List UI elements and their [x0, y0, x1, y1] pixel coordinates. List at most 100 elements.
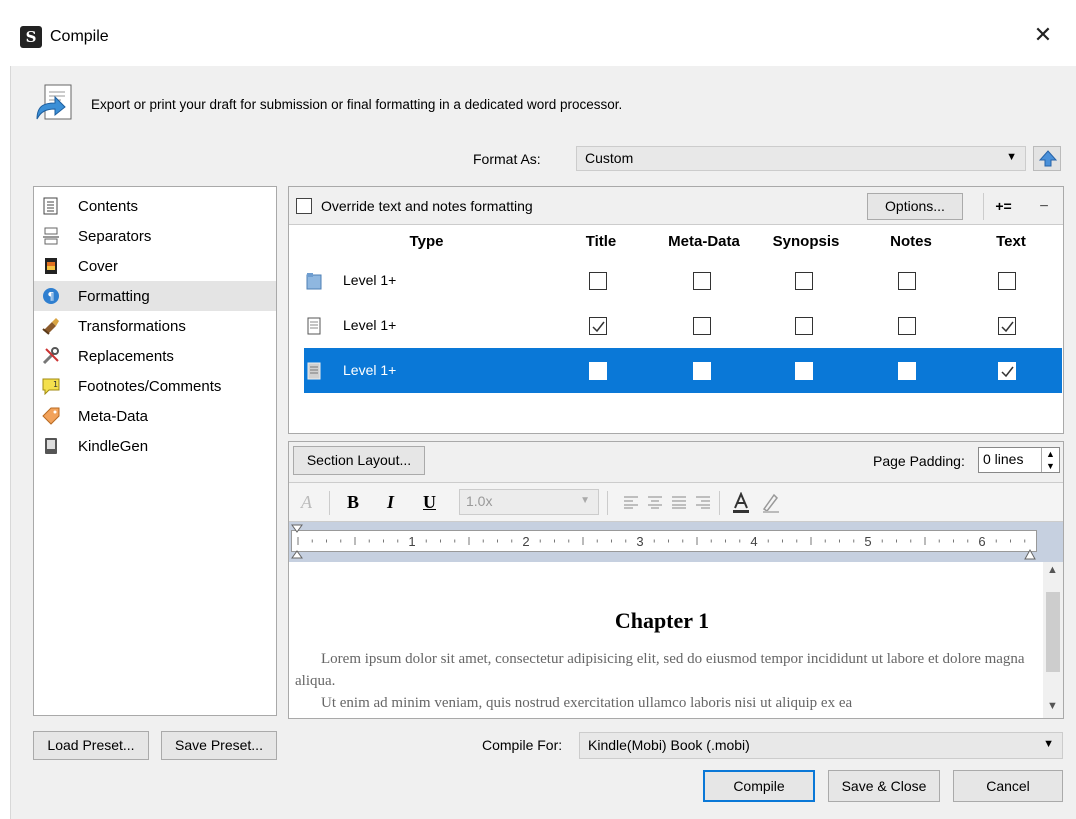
scroll-up-icon[interactable]: ▲: [1047, 564, 1058, 576]
sidebar-item-cover[interactable]: Cover: [34, 251, 276, 281]
underline-button[interactable]: U: [423, 492, 436, 513]
override-formatting-checkbox[interactable]: [296, 198, 312, 214]
line-spacing-select[interactable]: 1.0x ▼: [459, 489, 599, 515]
left-indent-marker-icon[interactable]: [291, 524, 303, 560]
section-layout-button[interactable]: Section Layout...: [293, 446, 425, 475]
notes-checkbox[interactable]: [898, 272, 916, 290]
title-checkbox[interactable]: [589, 272, 607, 290]
scroll-down-icon[interactable]: ▼: [1047, 700, 1058, 712]
compile-for-select[interactable]: Kindle(Mobi) Book (.mobi) ▼: [579, 732, 1063, 759]
dialog-description: Export or print your draft for submissio…: [91, 97, 623, 112]
toolbar-divider: [329, 491, 330, 515]
title-checkbox[interactable]: [589, 362, 607, 380]
checkmark-icon: [1001, 366, 1014, 378]
override-formatting-label: Override text and notes formatting: [321, 198, 533, 214]
synopsis-checkbox[interactable]: [795, 362, 813, 380]
sidebar-item-formatting[interactable]: ¶ Formatting: [34, 281, 276, 311]
save-preset-button[interactable]: Save Preset...: [161, 731, 277, 760]
title-bar: S Compile ✕: [0, 0, 1076, 66]
italic-button[interactable]: I: [387, 492, 394, 513]
compile-for-value: Kindle(Mobi) Book (.mobi): [588, 737, 750, 753]
sidebar-item-label: Separators: [78, 227, 152, 245]
ruler-track: 1 2 3 4 5 6: [291, 530, 1037, 552]
ruler[interactable]: 1 2 3 4 5 6: [289, 522, 1063, 562]
align-left-icon[interactable]: [623, 494, 639, 510]
bold-button[interactable]: B: [347, 492, 359, 513]
cancel-button[interactable]: Cancel: [953, 770, 1063, 802]
tag-icon: [42, 407, 60, 425]
chevron-down-icon: ▼: [1006, 151, 1017, 163]
column-header-title[interactable]: Title: [551, 233, 651, 250]
brush-icon: [42, 318, 59, 335]
column-header-meta-data[interactable]: Meta-Data: [655, 233, 753, 250]
synopsis-checkbox[interactable]: [795, 317, 813, 335]
page-padding-stepper[interactable]: 0 lines ▲ ▼: [978, 447, 1060, 473]
chevron-down-icon: ▼: [1043, 738, 1054, 750]
meta-data-checkbox[interactable]: [693, 272, 711, 290]
format-as-select[interactable]: Custom ▼: [576, 146, 1026, 171]
sidebar-item-label: Replacements: [78, 347, 174, 365]
column-header-synopsis[interactable]: Synopsis: [755, 233, 857, 250]
font-style-icon[interactable]: A: [301, 492, 312, 513]
right-indent-marker-icon[interactable]: [1024, 548, 1036, 560]
compile-button[interactable]: Compile: [703, 770, 815, 802]
ruler-number: 5: [864, 534, 871, 549]
scrollbar-thumb[interactable]: [1046, 592, 1060, 672]
column-header-type[interactable]: Type: [304, 233, 549, 250]
text-checkbox[interactable]: [998, 362, 1016, 380]
highlight-icon[interactable]: [761, 492, 781, 514]
arrow-up-icon: [1039, 150, 1057, 167]
load-preset-button[interactable]: Load Preset...: [33, 731, 149, 760]
align-justify-icon[interactable]: [671, 494, 687, 510]
export-document-icon: [36, 84, 72, 120]
save-close-button[interactable]: Save & Close: [828, 770, 940, 802]
document-icon: [307, 362, 321, 380]
notes-checkbox[interactable]: [898, 317, 916, 335]
column-header-notes[interactable]: Notes: [861, 233, 961, 250]
add-level-button[interactable]: +=: [983, 193, 1023, 220]
sidebar-item-label: Meta-Data: [78, 407, 149, 425]
preview-text-editor[interactable]: Chapter 1 Lorem ipsum dolor sit amet, co…: [289, 562, 1063, 718]
text-color-icon[interactable]: [731, 492, 751, 514]
sidebar-item-kindlegen[interactable]: KindleGen: [34, 431, 276, 461]
align-center-icon[interactable]: [647, 494, 663, 510]
close-button[interactable]: ✕: [1028, 20, 1058, 50]
scrivener-app-icon: S: [20, 26, 42, 48]
remove-level-button[interactable]: −: [1029, 193, 1059, 220]
document-icon: [307, 317, 321, 335]
table-row[interactable]: Level 1+: [304, 258, 1062, 303]
text-checkbox[interactable]: [998, 272, 1016, 290]
text-format-toolbar: A B I U 1.0x ▼: [289, 482, 1063, 522]
checkmark-icon: [592, 321, 605, 333]
table-row-selected[interactable]: Level 1+: [304, 348, 1062, 393]
column-header-text[interactable]: Text: [961, 233, 1061, 250]
format-as-value: Custom: [585, 150, 634, 166]
row-type-label: Level 1+: [343, 317, 397, 333]
toolbar-divider: [607, 491, 608, 515]
meta-data-checkbox[interactable]: [693, 362, 711, 380]
text-checkbox[interactable]: [998, 317, 1016, 335]
formatting-paragraph-icon: ¶: [43, 288, 59, 304]
page-padding-label: Page Padding:: [873, 453, 965, 469]
options-button[interactable]: Options...: [867, 193, 963, 220]
synopsis-checkbox[interactable]: [795, 272, 813, 290]
table-row[interactable]: Level 1+: [304, 303, 1062, 348]
sidebar-item-contents[interactable]: Contents: [34, 191, 276, 221]
checkmark-icon: [1001, 321, 1014, 333]
stepper-arrows-icon[interactable]: ▲ ▼: [1041, 448, 1059, 472]
sidebar-item-meta-data[interactable]: Meta-Data: [34, 401, 276, 431]
title-checkbox[interactable]: [589, 317, 607, 335]
align-right-icon[interactable]: [695, 494, 711, 510]
notes-checkbox[interactable]: [898, 362, 916, 380]
sidebar-item-footnotes-comments[interactable]: 1 Footnotes/Comments: [34, 371, 276, 401]
format-up-button[interactable]: [1033, 146, 1061, 171]
sidebar-item-transformations[interactable]: Transformations: [34, 311, 276, 341]
note-icon: 1: [42, 378, 60, 395]
meta-data-checkbox[interactable]: [693, 317, 711, 335]
sidebar-item-replacements[interactable]: Replacements: [34, 341, 276, 371]
sidebar-item-separators[interactable]: Separators: [34, 221, 276, 251]
svg-text:1: 1: [53, 380, 58, 389]
toolbar-divider: [719, 491, 720, 515]
vertical-scrollbar[interactable]: ▲ ▼: [1043, 562, 1063, 718]
ruler-number: 2: [522, 534, 529, 549]
